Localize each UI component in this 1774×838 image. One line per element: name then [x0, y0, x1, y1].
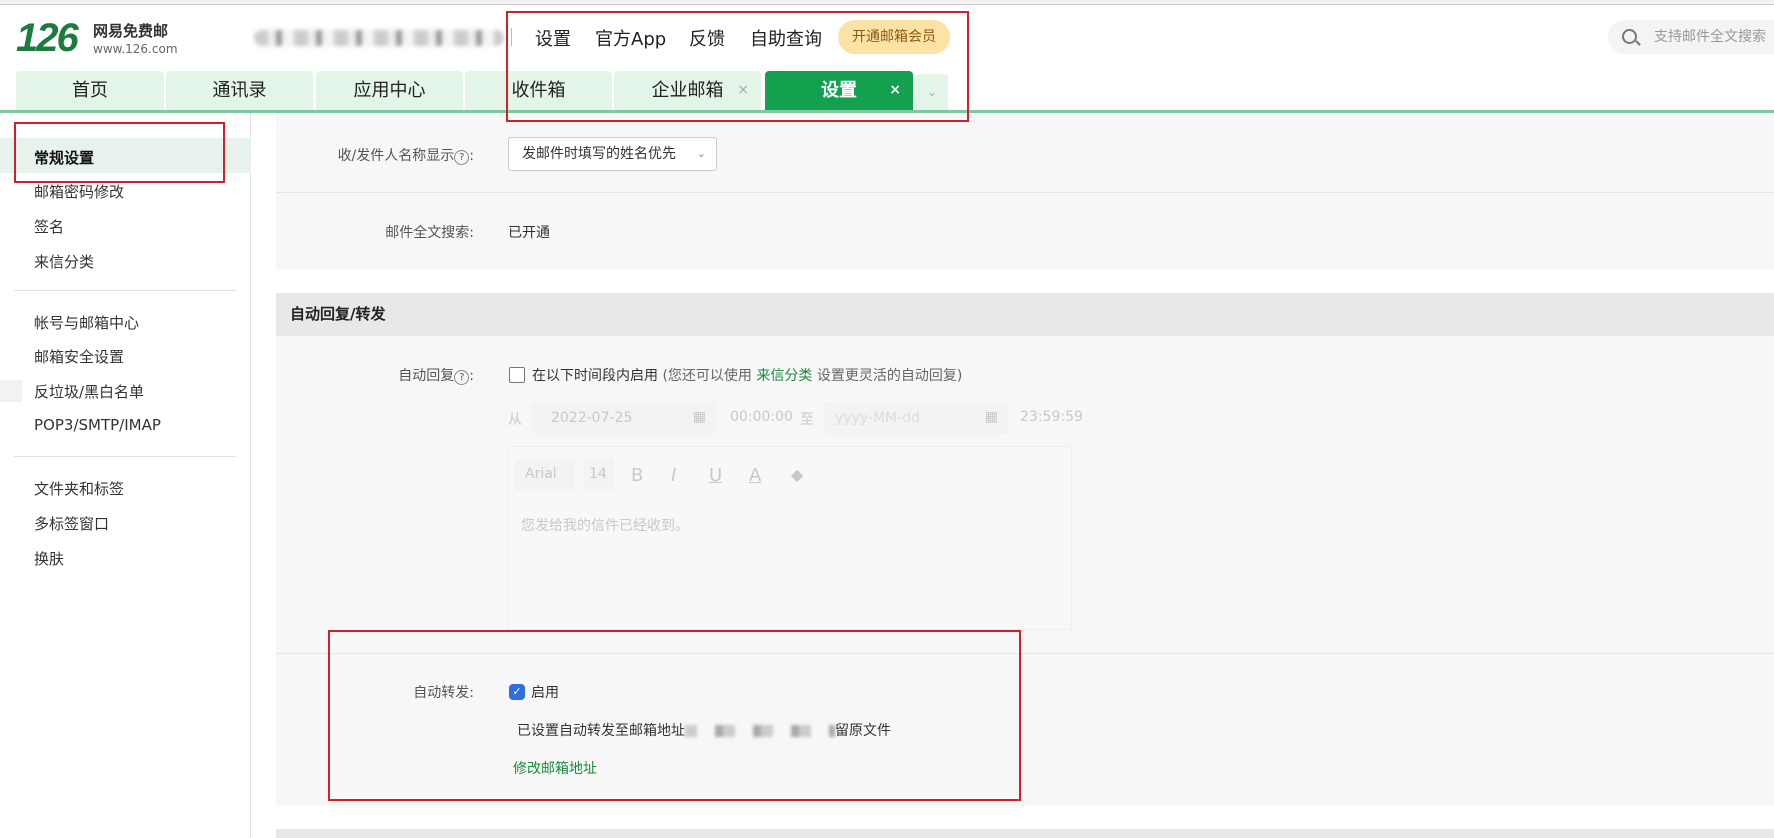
sidebar-item-multitab[interactable]: 多标签窗口 — [34, 513, 109, 534]
hint: (您还可以使用 — [662, 368, 752, 384]
sidebar-divider — [14, 456, 236, 457]
logo-name: 网易免费邮 — [93, 22, 169, 40]
font-color-icon[interactable]: A — [749, 465, 761, 486]
date-value: 2022-07-25 — [551, 410, 633, 426]
calendar-icon: ▦ — [984, 409, 998, 425]
tab-contacts[interactable]: 通讯录 — [166, 71, 313, 110]
size-select[interactable]: 14 — [584, 459, 614, 491]
hint: 设置更灵活的自动回复) — [816, 368, 963, 384]
tab-app-center[interactable]: 应用中心 — [316, 71, 463, 110]
to-label: 至 — [800, 412, 814, 428]
highlight-icon[interactable]: ◆ — [791, 465, 803, 484]
row-divider — [276, 192, 1774, 193]
filters-link[interactable]: 来信分类 — [756, 368, 812, 384]
label-text: 自动回复 — [398, 368, 455, 384]
fulltext-label: 邮件全文搜索: — [385, 225, 474, 241]
sidebar-item-folders[interactable]: 文件夹和标签 — [34, 478, 124, 499]
tab-label: 应用中心 — [353, 80, 426, 101]
start-date-input[interactable]: 2022-07-25 ▦ — [531, 402, 716, 434]
help-icon[interactable]: ? — [454, 370, 470, 385]
label-text: 收/发件人名称显示 — [337, 148, 455, 164]
tab-label: 通讯录 — [212, 80, 267, 101]
underline-icon[interactable]: U — [709, 465, 722, 486]
auto-reply-editor[interactable]: Arial 14 B I U A ◆ 您发给我的信件已经收到。 — [508, 446, 1072, 630]
name-display-select[interactable]: 发邮件时填写的姓名优先 ⌄ — [508, 137, 717, 171]
annotation-box-top — [506, 11, 969, 122]
reply-text[interactable]: 您发给我的信件已经收到。 — [521, 515, 689, 535]
start-time: 00:00:00 — [730, 409, 793, 425]
font-select[interactable]: Arial — [515, 459, 575, 491]
annotation-box-sidebar — [14, 122, 225, 183]
next-section-header — [276, 829, 1774, 838]
end-time: 23:59:59 — [1020, 409, 1083, 425]
name-display-label: 收/发件人名称显示?: — [337, 148, 474, 165]
select-value: 发邮件时填写的姓名优先 — [522, 146, 676, 162]
account-name-blurred[interactable] — [254, 30, 504, 46]
sidebar-item-password[interactable]: 邮箱密码修改 — [34, 181, 124, 202]
sidebar-item-skin[interactable]: 换肤 — [34, 548, 64, 569]
sidebar-divider — [14, 290, 236, 291]
auto-reply-checkbox[interactable] — [509, 367, 525, 383]
sidebar-item-signature[interactable]: 签名 — [34, 216, 64, 237]
help-icon[interactable]: ? — [454, 150, 470, 165]
collapse-handle[interactable] — [0, 380, 22, 402]
search-placeholder: 支持邮件全文搜索 — [1654, 29, 1766, 45]
auto-reply-row: 在以下时间段内启用 (您还可以使用 来信分类 设置更灵活的自动回复) — [532, 365, 962, 385]
auto-section-title: 自动回复/转发 — [276, 293, 1774, 336]
tab-label: 首页 — [72, 80, 108, 101]
sidebar-item-account[interactable]: 帐号与邮箱中心 — [34, 312, 139, 333]
tab-home[interactable]: 首页 — [16, 71, 164, 110]
search-input[interactable]: 支持邮件全文搜索 — [1608, 20, 1774, 54]
bold-icon[interactable]: B — [631, 465, 643, 486]
italic-icon[interactable]: I — [671, 465, 676, 486]
search-icon — [1622, 29, 1637, 44]
calendar-icon: ▦ — [692, 409, 706, 425]
sidebar-item-filters[interactable]: 来信分类 — [34, 251, 94, 272]
fulltext-value: 已开通 — [508, 225, 550, 241]
from-label: 从 — [508, 412, 522, 428]
chevron-down-icon: ⌄ — [696, 147, 706, 160]
logo-126[interactable]: 126 — [16, 16, 79, 61]
checkbox-label[interactable]: 在以下时间段内启用 — [532, 368, 658, 384]
logo-url: www.126.com — [93, 42, 178, 56]
auto-reply-label: 自动回复?: — [398, 368, 474, 385]
date-placeholder: yyyy-MM-dd — [835, 410, 920, 426]
sidebar-item-antispam[interactable]: 反垃圾/黑白名单 — [34, 381, 144, 402]
end-date-input[interactable]: yyyy-MM-dd ▦ — [823, 402, 1008, 434]
browser-top-border — [0, 0, 1774, 5]
sidebar-item-security[interactable]: 邮箱安全设置 — [34, 346, 124, 367]
sidebar-item-pop3[interactable]: POP3/SMTP/IMAP — [34, 416, 161, 434]
annotation-box-forward — [328, 630, 1021, 801]
